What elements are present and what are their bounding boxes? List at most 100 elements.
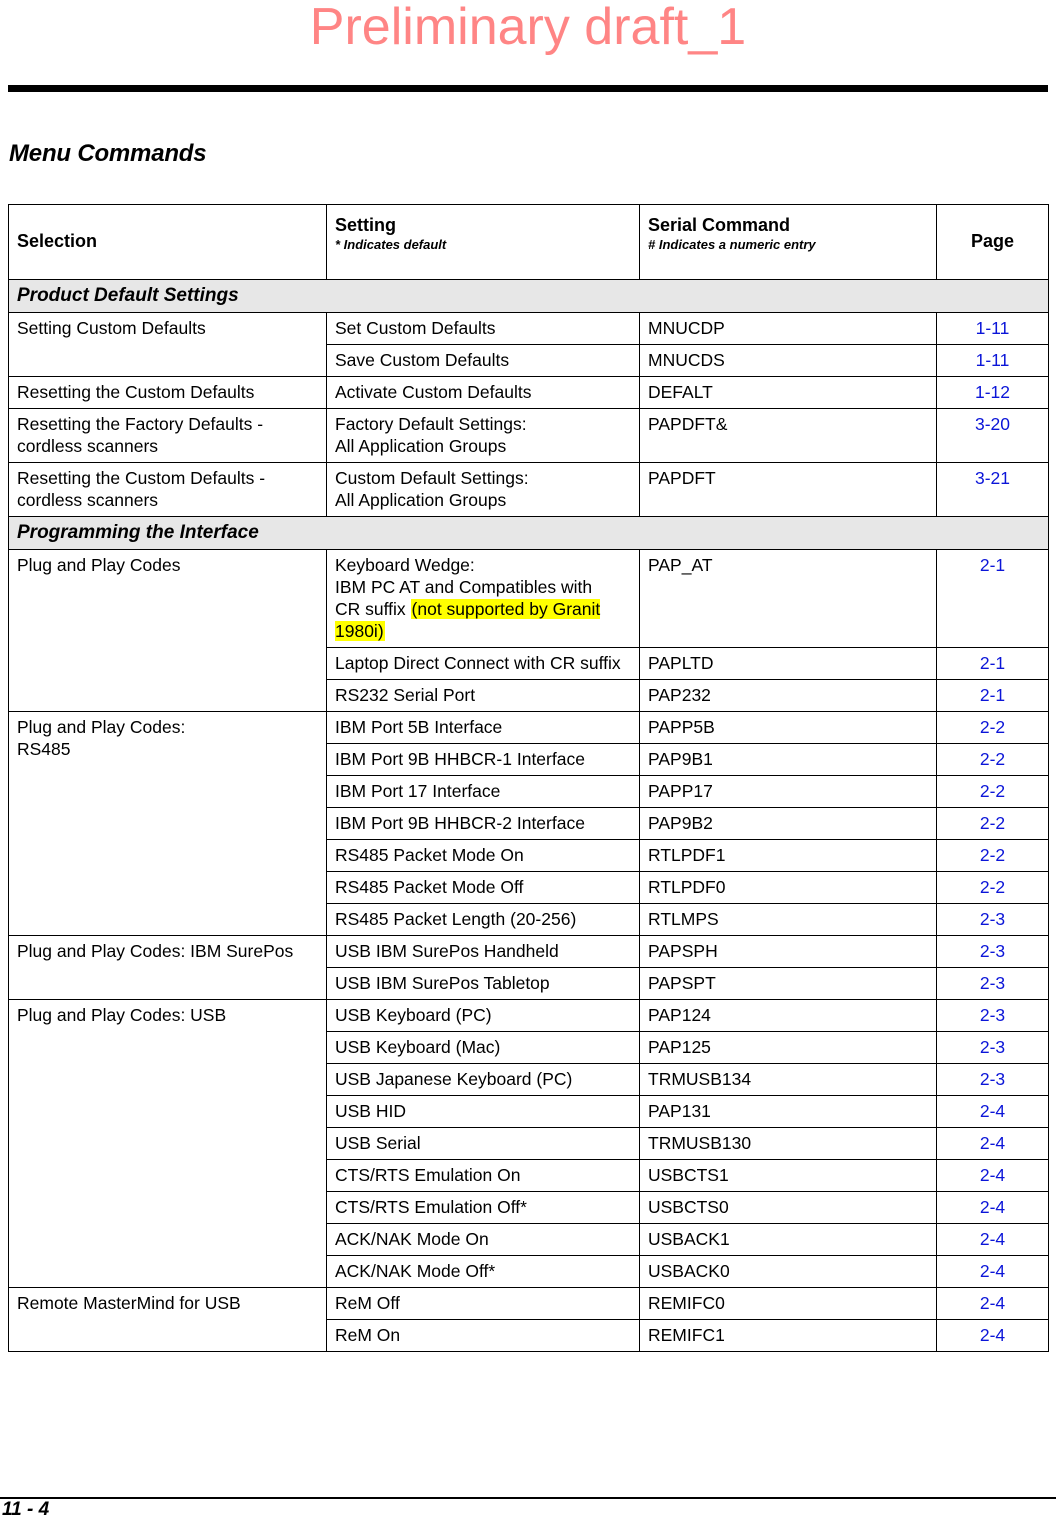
cell-serial-command: PAP_AT <box>639 549 937 648</box>
cell-serial-command: MNUCDP <box>639 312 937 345</box>
cell-page-link[interactable]: 2-4 <box>936 1095 1049 1128</box>
column-header-setting-title: Setting <box>335 215 396 235</box>
section-header-row: Product Default Settings <box>8 279 1049 313</box>
cell-serial-command: MNUCDS <box>639 344 937 377</box>
cell-setting: Laptop Direct Connect with CR suffix <box>326 647 640 680</box>
cell-setting: Factory Default Settings: All Application… <box>326 408 640 463</box>
table-row: Plug and Play Codes: RS485 IBM Port 5B Int… <box>8 711 1049 936</box>
cell-serial-command: PAPLTD <box>639 647 937 680</box>
cell-setting: ACK/NAK Mode Off* <box>326 1255 640 1288</box>
cell-serial-command: TRMUSB130 <box>639 1127 937 1160</box>
cell-setting: IBM Port 9B HHBCR-2 Interface <box>326 807 640 840</box>
cell-setting: USB HID <box>326 1095 640 1128</box>
cell-setting: ReM Off <box>326 1287 640 1320</box>
table-row: Resetting the Custom Defaults - cordless… <box>8 462 1049 517</box>
cell-serial-command: RTLPDF1 <box>639 839 937 872</box>
cell-page-link[interactable]: 2-3 <box>936 1031 1049 1064</box>
cell-page-link[interactable]: 2-1 <box>936 679 1049 712</box>
cell-page-link[interactable]: 2-4 <box>936 1255 1049 1288</box>
cell-setting: CTS/RTS Emulation Off* <box>326 1191 640 1224</box>
table-row: Plug and Play Codes: USB USB Keyboard (PC… <box>8 999 1049 1288</box>
cell-page-link[interactable]: 2-1 <box>936 549 1049 648</box>
cell-page-link[interactable]: 2-2 <box>936 871 1049 904</box>
table-body: Selection Setting * Indicates default Seria… <box>8 204 1049 1352</box>
cell-setting: USB Serial <box>326 1127 640 1160</box>
cell-serial-command: PAP9B2 <box>639 807 937 840</box>
cell-serial-command: TRMUSB134 <box>639 1063 937 1096</box>
cell-selection: Remote MasterMind for USB <box>8 1287 327 1352</box>
cell-page-link[interactable]: 1-11 <box>936 312 1049 345</box>
cell-page-link[interactable]: 2-3 <box>936 1063 1049 1096</box>
cell-page-link[interactable]: 2-2 <box>936 839 1049 872</box>
table-row: Plug and Play Codes: IBM SurePos USB IBM … <box>8 935 1049 1000</box>
cell-setting: USB IBM SurePos Handheld <box>326 935 640 968</box>
cell-page-link[interactable]: 2-4 <box>936 1159 1049 1192</box>
table-row: Resetting the Factory Defaults - cordles… <box>8 408 1049 463</box>
section-title: Programming the Interface <box>8 516 1049 550</box>
cell-serial-command: REMIFC0 <box>639 1287 937 1320</box>
cell-page-link[interactable]: 2-1 <box>936 647 1049 680</box>
cell-serial-command: PAPP17 <box>639 775 937 808</box>
cell-page-link[interactable]: 2-3 <box>936 903 1049 936</box>
cell-page-link[interactable]: 2-2 <box>936 807 1049 840</box>
cell-setting: Activate Custom Defaults <box>326 376 640 409</box>
cell-page-link[interactable]: 2-4 <box>936 1127 1049 1160</box>
cell-serial-command: PAP131 <box>639 1095 937 1128</box>
cell-serial-command: PAPDFT& <box>639 408 937 463</box>
cell-setting: USB IBM SurePos Tabletop <box>326 967 640 1000</box>
cell-page-link[interactable]: 2-2 <box>936 743 1049 776</box>
footer-page-number: 11 - 4 <box>2 1499 50 1520</box>
section-header-row: Programming the Interface <box>8 516 1049 550</box>
cell-page-link[interactable]: 2-3 <box>936 999 1049 1032</box>
cell-setting: IBM Port 17 Interface <box>326 775 640 808</box>
cell-serial-command: PAPSPT <box>639 967 937 1000</box>
cell-serial-command: PAP9B1 <box>639 743 937 776</box>
column-header-selection: Selection <box>8 204 327 280</box>
table-row: Setting Custom Defaults Set Custom Defaul… <box>8 312 1049 377</box>
cell-selection: Plug and Play Codes: IBM SurePos <box>8 935 327 1000</box>
cell-serial-command: PAPSPH <box>639 935 937 968</box>
cell-setting: RS485 Packet Mode On <box>326 839 640 872</box>
cell-page-link[interactable]: 2-3 <box>936 967 1049 1000</box>
cell-page-link[interactable]: 2-4 <box>936 1319 1049 1352</box>
cell-page-link[interactable]: 3-20 <box>936 408 1049 463</box>
menu-commands-table: Selection Setting * Indicates default Seria… <box>8 204 1049 1352</box>
cell-serial-command: RTLPDF0 <box>639 871 937 904</box>
cell-serial-command: USBCTS0 <box>639 1191 937 1224</box>
page-title: Menu Commands <box>9 140 207 167</box>
cell-setting: USB Japanese Keyboard (PC) <box>326 1063 640 1096</box>
cell-page-link[interactable]: 1-11 <box>936 344 1049 377</box>
cell-setting: Set Custom Defaults <box>326 312 640 345</box>
cell-setting: RS485 Packet Length (20-256) <box>326 903 640 936</box>
cell-page-link[interactable]: 2-4 <box>936 1191 1049 1224</box>
cell-serial-command: REMIFC1 <box>639 1319 937 1352</box>
cell-setting: USB Keyboard (Mac) <box>326 1031 640 1064</box>
cell-page-link[interactable]: 2-2 <box>936 711 1049 744</box>
cell-serial-command: PAPDFT <box>639 462 937 517</box>
cell-setting: Custom Default Settings: All Application … <box>326 462 640 517</box>
draft-watermark: Preliminary draft_1 <box>309 0 747 56</box>
cell-serial-command: PAP125 <box>639 1031 937 1064</box>
table-header-row: Selection Setting * Indicates default Seria… <box>8 204 1049 280</box>
highlighted-note: (not supported by Granit 1980i) <box>335 599 601 641</box>
cell-page-link[interactable]: 3-21 <box>936 462 1049 517</box>
cell-serial-command: USBCTS1 <box>639 1159 937 1192</box>
cell-setting: CTS/RTS Emulation On <box>326 1159 640 1192</box>
cell-serial-command: RTLMPS <box>639 903 937 936</box>
cell-serial-command: USBACK0 <box>639 1255 937 1288</box>
cell-page-link[interactable]: 2-4 <box>936 1223 1049 1256</box>
cell-serial-command: PAP232 <box>639 679 937 712</box>
cell-page-link[interactable]: 2-3 <box>936 935 1049 968</box>
cell-setting: IBM Port 5B Interface <box>326 711 640 744</box>
cell-page-link[interactable]: 2-4 <box>936 1287 1049 1320</box>
cell-page-link[interactable]: 1-12 <box>936 376 1049 409</box>
column-header-serial-command-title: Serial Command <box>648 215 791 235</box>
cell-selection: Resetting the Custom Defaults - cordless… <box>8 462 327 517</box>
cell-serial-command: USBACK1 <box>639 1223 937 1256</box>
cell-selection: Plug and Play Codes <box>8 549 327 712</box>
cell-page-link[interactable]: 2-2 <box>936 775 1049 808</box>
cell-setting: USB Keyboard (PC) <box>326 999 640 1032</box>
column-header-setting: Setting * Indicates default <box>326 204 640 280</box>
cell-selection: Plug and Play Codes: RS485 <box>8 711 327 936</box>
table-row: Plug and Play Codes Keyboard Wedge: IBM PC… <box>8 549 1049 712</box>
